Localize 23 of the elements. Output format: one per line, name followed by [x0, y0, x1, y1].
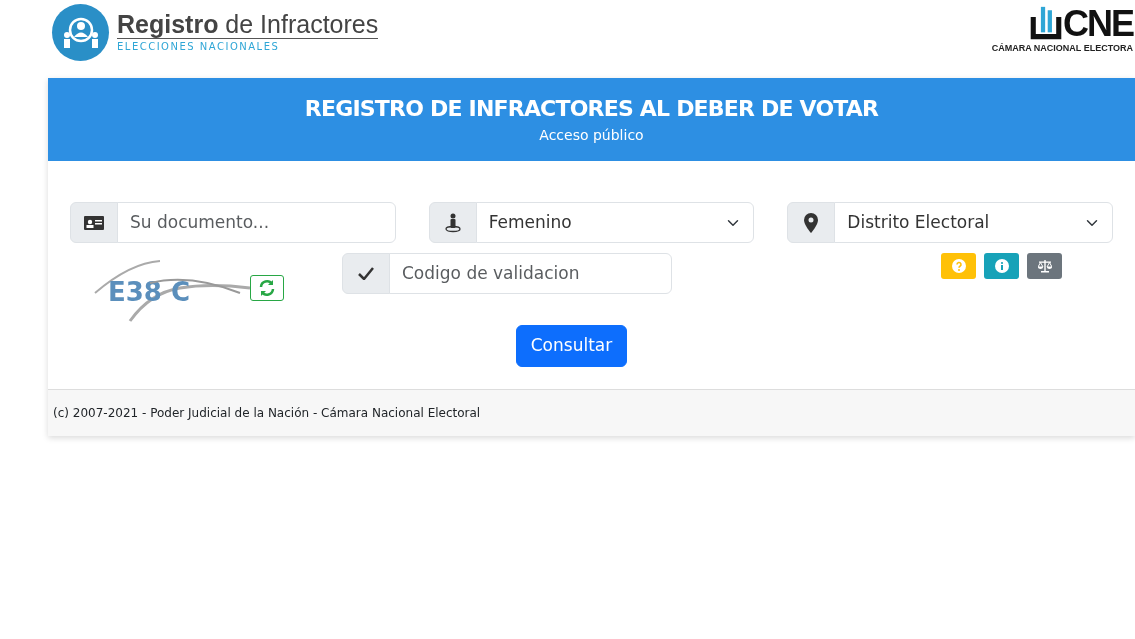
- logo-text: CNE: [1063, 6, 1133, 42]
- question-icon: [951, 259, 966, 273]
- legal-button[interactable]: [1027, 253, 1062, 279]
- info-icon: [994, 259, 1009, 273]
- help-button[interactable]: [941, 253, 976, 279]
- refresh-icon: [258, 279, 276, 297]
- person-icon: [444, 212, 461, 233]
- logo-icon: [52, 4, 109, 61]
- ballot-box-icon: [1029, 4, 1063, 42]
- map-pin-icon: [804, 212, 819, 233]
- id-card-icon: [84, 215, 104, 230]
- card-subtitle: Acceso público: [538, 126, 645, 145]
- info-button[interactable]: [984, 253, 1019, 279]
- logo-subtitle: CÁMARA NACIONAL ELECTORA: [991, 42, 1133, 55]
- submit-button[interactable]: Consultar: [515, 325, 628, 367]
- footer-text: (c) 2007-2021 - Poder Judicial de la Nación - Cámara Nacional Electoral: [53, 405, 481, 420]
- captcha-image: E38 C: [90, 253, 250, 323]
- refresh-button[interactable]: [250, 275, 284, 301]
- logo-subtitle: ELECCIONES NACIONALES: [117, 40, 281, 55]
- card-title: REGISTRO DE INFRACTORES AL DEBER DE VOTAR: [303, 95, 880, 123]
- logo-title: Registro de Infractores: [117, 10, 379, 40]
- scales-icon: [1037, 259, 1052, 273]
- check-icon: [358, 267, 374, 280]
